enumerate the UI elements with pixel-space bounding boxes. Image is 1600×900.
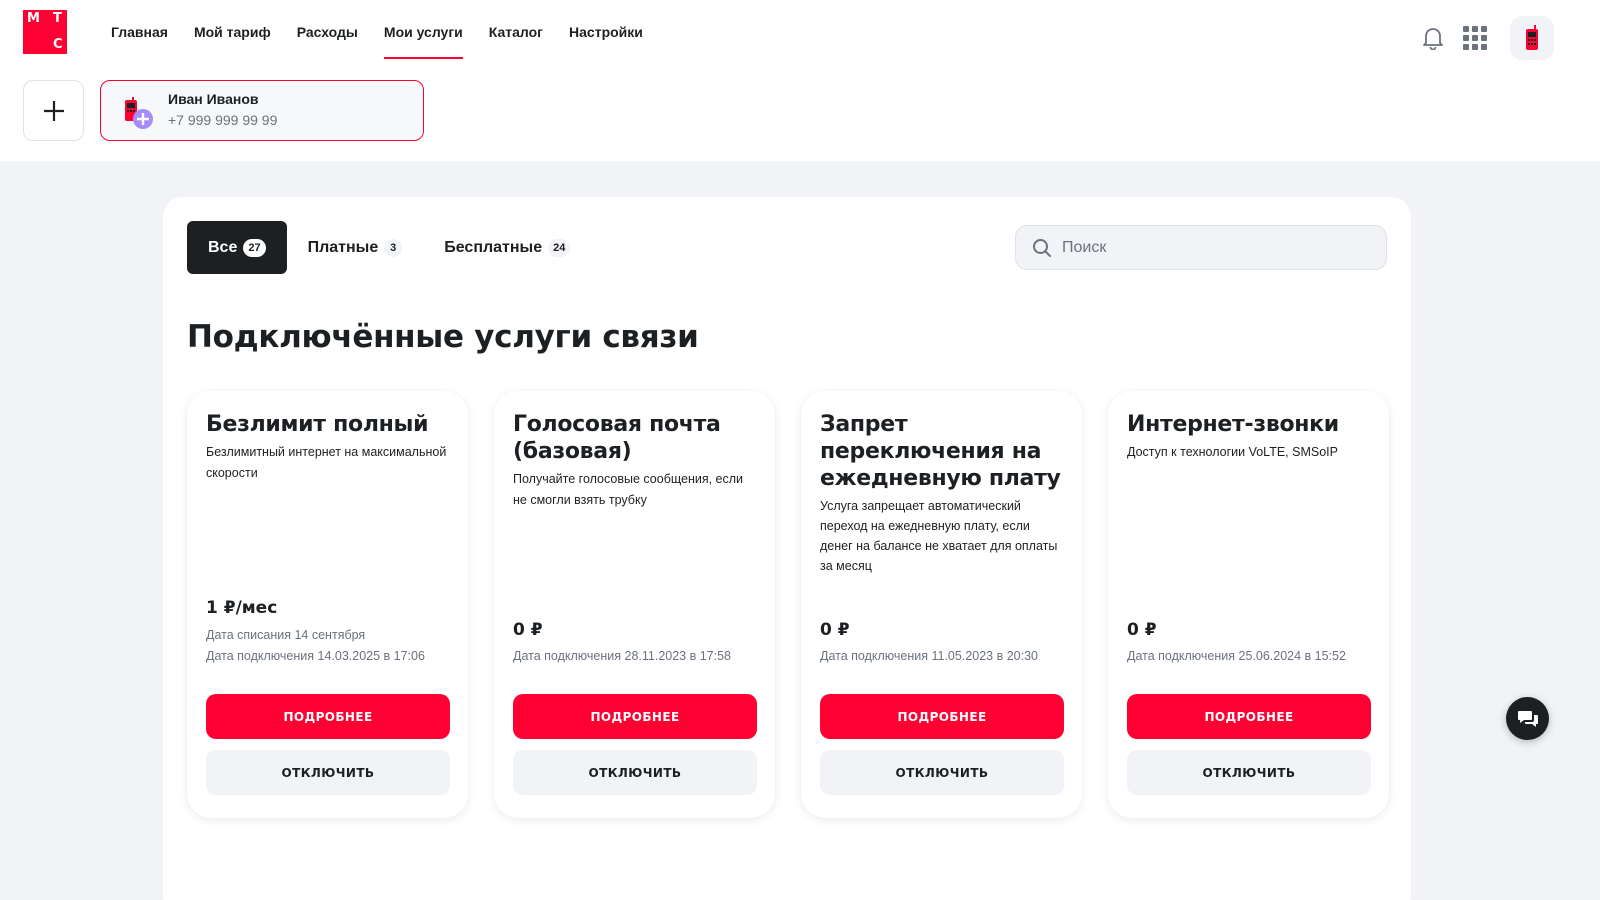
services-panel: Все 27 Платные 3 Бесплатные 24 Подключён… xyxy=(163,197,1411,900)
search-box[interactable] xyxy=(1015,225,1387,270)
service-card: Безлимит полный Безлимитный интернет на … xyxy=(187,391,468,818)
apps-grid-icon[interactable] xyxy=(1460,16,1490,60)
service-connected-date: Дата подключения 28.11.2023 в 17:58 xyxy=(513,649,731,663)
service-card: Голосовая почта (базовая) Получайте голо… xyxy=(494,391,775,818)
tab-label: Платные xyxy=(307,238,379,256)
phone-avatar-icon[interactable] xyxy=(1510,16,1554,60)
top-bar: М Т С Главная Мой тариф Расходы Мои услу… xyxy=(0,0,1600,161)
tab-count-badge: 24 xyxy=(548,238,571,257)
service-description: Доступ к технологии VoLTE, SMSoIP xyxy=(1127,445,1338,459)
nav-item-my-tariff[interactable]: Мой тариф xyxy=(194,22,271,59)
tab-free[interactable]: Бесплатные 24 xyxy=(423,221,591,274)
tab-all[interactable]: Все 27 xyxy=(187,221,287,274)
disable-button[interactable]: ОТКЛЮЧИТЬ xyxy=(206,750,450,795)
disable-button[interactable]: ОТКЛЮЧИТЬ xyxy=(1127,750,1371,795)
nav-item-settings[interactable]: Настройки xyxy=(569,22,643,59)
add-account-button[interactable] xyxy=(23,80,84,141)
nav-item-catalog[interactable]: Каталог xyxy=(489,22,543,59)
main-nav: Главная Мой тариф Расходы Мои услуги Кат… xyxy=(111,22,669,59)
nav-item-expenses[interactable]: Расходы xyxy=(297,22,358,59)
account-phone: +7 999 999 99 99 xyxy=(168,112,278,128)
service-title: Безлимит полный xyxy=(206,412,429,437)
account-card[interactable]: Иван Иванов +7 999 999 99 99 xyxy=(100,80,424,141)
tab-paid[interactable]: Платные 3 xyxy=(287,221,424,274)
service-description: Получайте голосовые сообщения, если не с… xyxy=(513,472,744,507)
tab-count-badge: 3 xyxy=(384,238,403,257)
chat-button[interactable] xyxy=(1506,697,1549,740)
disable-button[interactable]: ОТКЛЮЧИТЬ xyxy=(820,750,1064,795)
service-title: Запрет переключения на ежедневную плату xyxy=(820,412,1061,491)
details-button[interactable]: ПОДРОБНЕЕ xyxy=(206,694,450,739)
phone-add-icon xyxy=(125,97,153,129)
service-connected-date: Дата подключения 14.03.2025 в 17:06 xyxy=(206,649,425,663)
service-description: Услуга запрещает автоматический переход … xyxy=(820,499,1058,573)
tab-count-badge: 27 xyxy=(243,238,266,257)
nav-item-my-services[interactable]: Мои услуги xyxy=(383,22,463,59)
service-price: 0 ₽ xyxy=(1127,620,1157,640)
service-price: 0 ₽ xyxy=(513,620,543,640)
header-actions xyxy=(1418,16,1554,60)
service-title: Интернет-звонки xyxy=(1127,412,1339,437)
service-charge-date: Дата списания 14 сентября xyxy=(206,628,366,642)
mts-logo[interactable]: М Т С xyxy=(23,10,67,54)
nav-item-home[interactable]: Главная xyxy=(111,22,168,59)
tab-label: Все xyxy=(208,238,238,256)
logo-letter: М xyxy=(27,11,40,26)
disable-button[interactable]: ОТКЛЮЧИТЬ xyxy=(513,750,757,795)
service-card: Интернет-звонки Доступ к технологии VoLT… xyxy=(1108,391,1389,818)
service-price: 1 ₽/мес xyxy=(206,598,278,618)
search-icon xyxy=(1033,238,1051,257)
logo-letter: Т xyxy=(53,11,62,26)
service-title: Голосовая почта (базовая) xyxy=(513,412,721,464)
tab-label: Бесплатные xyxy=(444,238,543,256)
plus-icon xyxy=(43,100,64,121)
logo-letter: С xyxy=(53,37,63,52)
search-input[interactable] xyxy=(1062,238,1362,257)
service-cards: Безлимит полный Безлимитный интернет на … xyxy=(187,391,1389,818)
details-button[interactable]: ПОДРОБНЕЕ xyxy=(820,694,1064,739)
details-button[interactable]: ПОДРОБНЕЕ xyxy=(513,694,757,739)
chat-icon xyxy=(1517,710,1538,727)
service-card: Запрет переключения на ежедневную плату … xyxy=(801,391,1082,818)
details-button[interactable]: ПОДРОБНЕЕ xyxy=(1127,694,1371,739)
filter-tabs: Все 27 Платные 3 Бесплатные 24 xyxy=(187,221,591,274)
service-connected-date: Дата подключения 11.05.2023 в 20:30 xyxy=(820,649,1038,663)
bell-icon[interactable] xyxy=(1418,16,1448,60)
section-title: Подключённые услуги связи xyxy=(187,319,699,355)
service-description: Безлимитный интернет на максимальной ско… xyxy=(206,445,447,480)
service-connected-date: Дата подключения 25.06.2024 в 15:52 xyxy=(1127,649,1346,663)
account-name: Иван Иванов xyxy=(168,91,259,107)
service-price: 0 ₽ xyxy=(820,620,850,640)
